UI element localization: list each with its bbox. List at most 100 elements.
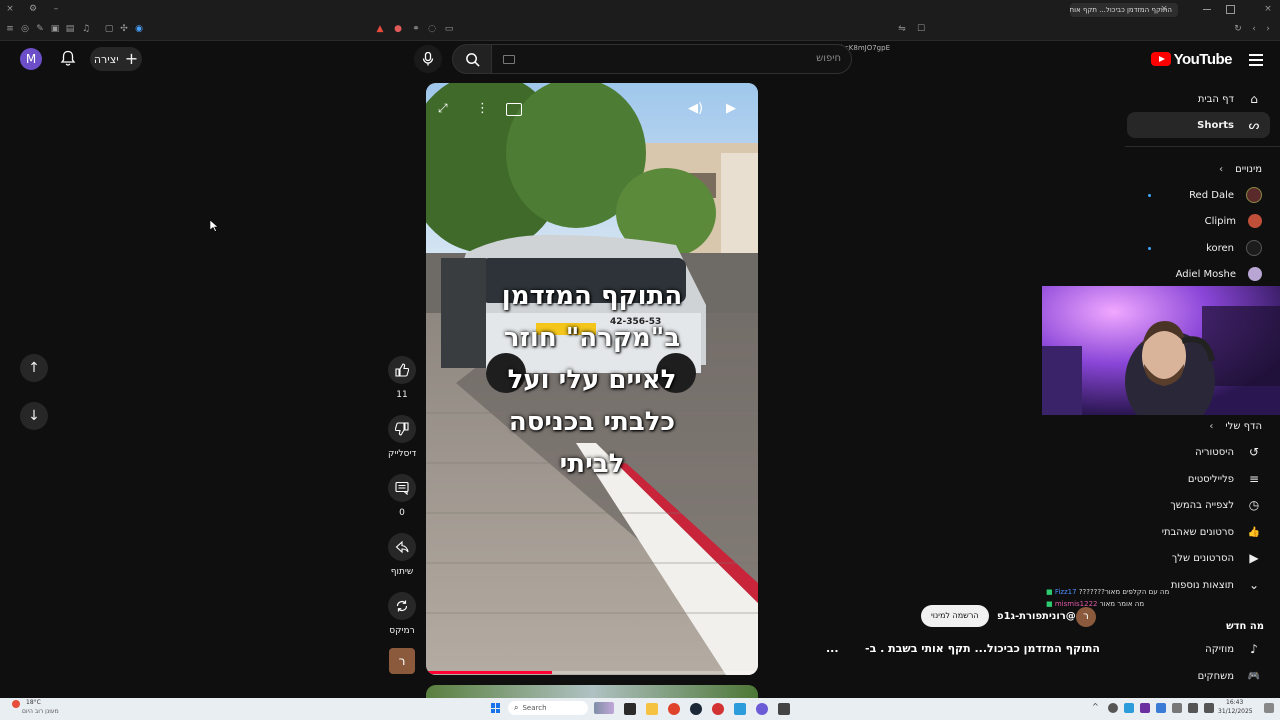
sidebar-item-playlists[interactable]: ≡ פלייליסטים xyxy=(1188,466,1262,492)
next-short-preview[interactable] xyxy=(426,685,758,698)
more-options-icon[interactable]: ⋮ xyxy=(476,101,489,117)
whatsapp-icon[interactable]: ◌ xyxy=(426,23,438,35)
volume-icon[interactable] xyxy=(1204,703,1214,713)
taskbar-search[interactable]: ⌕ Search xyxy=(508,701,588,715)
arrow-down-icon: ↓ xyxy=(28,408,40,424)
task-view-icon[interactable] xyxy=(624,703,636,715)
tray-chevron-icon[interactable]: ^ xyxy=(1092,702,1099,711)
play-icon[interactable]: ▶ xyxy=(726,101,736,116)
clock-date[interactable]: 31/12/2025 xyxy=(1218,708,1253,715)
shield-icon[interactable]: ◎ xyxy=(19,23,31,35)
new-content-dot xyxy=(1148,194,1151,197)
sidebar-item-shorts[interactable]: ᔕ Shorts xyxy=(1127,112,1270,138)
brave-browser-icon[interactable] xyxy=(668,703,680,715)
settings-icon[interactable] xyxy=(778,703,790,715)
menu-icon[interactable]: ≡ xyxy=(4,23,16,35)
microphone-icon xyxy=(422,52,434,66)
voice-search-button[interactable] xyxy=(414,45,442,73)
subscription-item-koren[interactable]: koren xyxy=(1206,235,1262,261)
subscription-item-adiel-moshe[interactable]: Adiel Moshe xyxy=(1176,261,1262,287)
widgets-icon[interactable] xyxy=(594,702,614,714)
sidebar-subscriptions-header[interactable]: מינויים › xyxy=(1219,156,1262,182)
youtube-logo[interactable]: YouTube xyxy=(1150,50,1233,68)
avatar[interactable]: M xyxy=(20,48,42,70)
site-settings-icon[interactable]: ⇋ xyxy=(896,23,908,35)
close-tab-icon[interactable]: × xyxy=(1158,3,1170,15)
dislike-button[interactable]: דיסלייק xyxy=(388,415,416,459)
reload-icon[interactable]: ↻ xyxy=(1232,23,1244,35)
title-more-link[interactable]: ... xyxy=(826,642,839,655)
sidebar-item-watch-later[interactable]: ◷ לצפייה בהמשך xyxy=(1170,492,1262,518)
start-icon[interactable] xyxy=(491,703,501,713)
channel-handle[interactable]: @רוניתפורת-ג1פ xyxy=(997,611,1076,622)
minimize-icon[interactable]: – xyxy=(50,3,62,15)
fullscreen-icon[interactable]: ⤢ xyxy=(438,101,454,117)
search-box[interactable]: חיפוש xyxy=(490,44,852,74)
extension-icon[interactable]: ⚭ xyxy=(410,23,422,35)
weather-temp: 18°C xyxy=(26,699,41,706)
screenshot-icon[interactable]: ▣ xyxy=(49,23,61,35)
forward-icon[interactable]: › xyxy=(1262,23,1274,35)
back-icon[interactable]: ‹ xyxy=(1248,23,1260,35)
sidebar-item-your-videos[interactable]: ▶ הסרטונים שלך xyxy=(1172,545,1262,571)
settings-icon[interactable]: ⚙ xyxy=(27,3,39,15)
notifications-button[interactable] xyxy=(60,50,78,68)
next-short-button[interactable]: ↓ xyxy=(20,402,48,430)
window-icon[interactable]: ▢ xyxy=(103,23,115,35)
subscription-item-clipim[interactable]: Clipim xyxy=(1205,208,1262,234)
close-window-right-icon[interactable]: × xyxy=(1262,3,1274,15)
puzzle-icon[interactable]: ✣ xyxy=(118,23,130,35)
clock-time[interactable]: 16:43 xyxy=(1226,699,1243,706)
sidebar-item-liked-videos[interactable]: 👍 סרטונים שאהבתי xyxy=(1162,519,1262,545)
progress-bar[interactable] xyxy=(426,671,758,674)
subscription-item-red-dale[interactable]: Red Dale xyxy=(1189,182,1262,208)
sidebar-item-gaming[interactable]: 🎮 משחקים xyxy=(1198,663,1262,689)
tray-display-icon[interactable] xyxy=(1172,703,1182,713)
remix-button[interactable]: רמיקס xyxy=(388,592,416,636)
captions-icon[interactable] xyxy=(506,103,522,116)
create-button[interactable]: יצירה + xyxy=(90,47,142,71)
file-explorer-icon[interactable] xyxy=(646,703,658,715)
tray-bluetooth-icon[interactable] xyxy=(1156,703,1166,713)
app-blue-icon[interactable] xyxy=(734,703,746,715)
new-content-dot xyxy=(1148,247,1151,250)
channel-avatar-small[interactable]: ר xyxy=(1076,607,1096,627)
previous-short-button[interactable]: ↑ xyxy=(20,354,48,382)
volume-icon[interactable]: ◀) xyxy=(688,101,703,116)
music-note-icon[interactable]: ♫ xyxy=(80,23,92,35)
notifications-center-icon[interactable] xyxy=(1264,703,1274,713)
minimize-window-icon[interactable] xyxy=(1203,9,1211,10)
guide-menu-icon[interactable] xyxy=(1249,52,1263,66)
app-red-icon[interactable] xyxy=(712,703,724,715)
close-window-icon[interactable]: × xyxy=(4,3,16,15)
subscribe-button[interactable]: הרשמה למינוי xyxy=(921,605,989,627)
sidebar-item-history[interactable]: ↺ היסטוריה xyxy=(1195,439,1262,465)
pen-icon[interactable]: ✎ xyxy=(34,23,46,35)
discord-icon[interactable] xyxy=(756,703,768,715)
search-input[interactable]: חיפוש xyxy=(816,53,841,64)
short-video-player[interactable]: 42-356-53 התוקף המזדמן ב"מקרה" חוזר לאיי… xyxy=(426,83,758,675)
like-button[interactable]: 11 xyxy=(388,356,416,400)
short-title[interactable]: התוקף המזדמן כביכול... תקף אותי בשבת . ב… xyxy=(848,642,1100,655)
tray-app-icon[interactable] xyxy=(1108,703,1118,713)
weather-icon[interactable] xyxy=(12,700,20,708)
extension-badge-icon[interactable]: ● xyxy=(392,23,404,35)
cast-icon[interactable]: ▭ xyxy=(443,23,455,35)
sidebar-item-music[interactable]: ♪ מוזיקה xyxy=(1205,636,1262,662)
steam-icon[interactable] xyxy=(690,703,702,715)
sidebar-you-header[interactable]: הדף שלי › xyxy=(1209,413,1262,439)
comments-button[interactable]: 0 xyxy=(388,474,416,518)
wifi-icon[interactable] xyxy=(1188,703,1198,713)
bookmark-icon[interactable]: ☐ xyxy=(915,23,927,35)
search-button[interactable] xyxy=(452,44,492,74)
tray-network-app-icon[interactable] xyxy=(1124,703,1134,713)
extension-red-icon[interactable]: ▲ xyxy=(374,23,386,35)
sidebar-icon[interactable]: ▤ xyxy=(64,23,76,35)
maximize-window-icon[interactable] xyxy=(1226,5,1235,14)
share-button[interactable]: שיתוף xyxy=(388,533,416,577)
audio-icon[interactable]: ◉ xyxy=(133,23,145,35)
sidebar-item-home[interactable]: ⌂ דף הבית xyxy=(1198,86,1262,112)
keyboard-icon[interactable] xyxy=(503,55,515,64)
tray-obs-icon[interactable] xyxy=(1140,703,1150,713)
channel-thumbnail[interactable]: ר xyxy=(389,648,415,674)
